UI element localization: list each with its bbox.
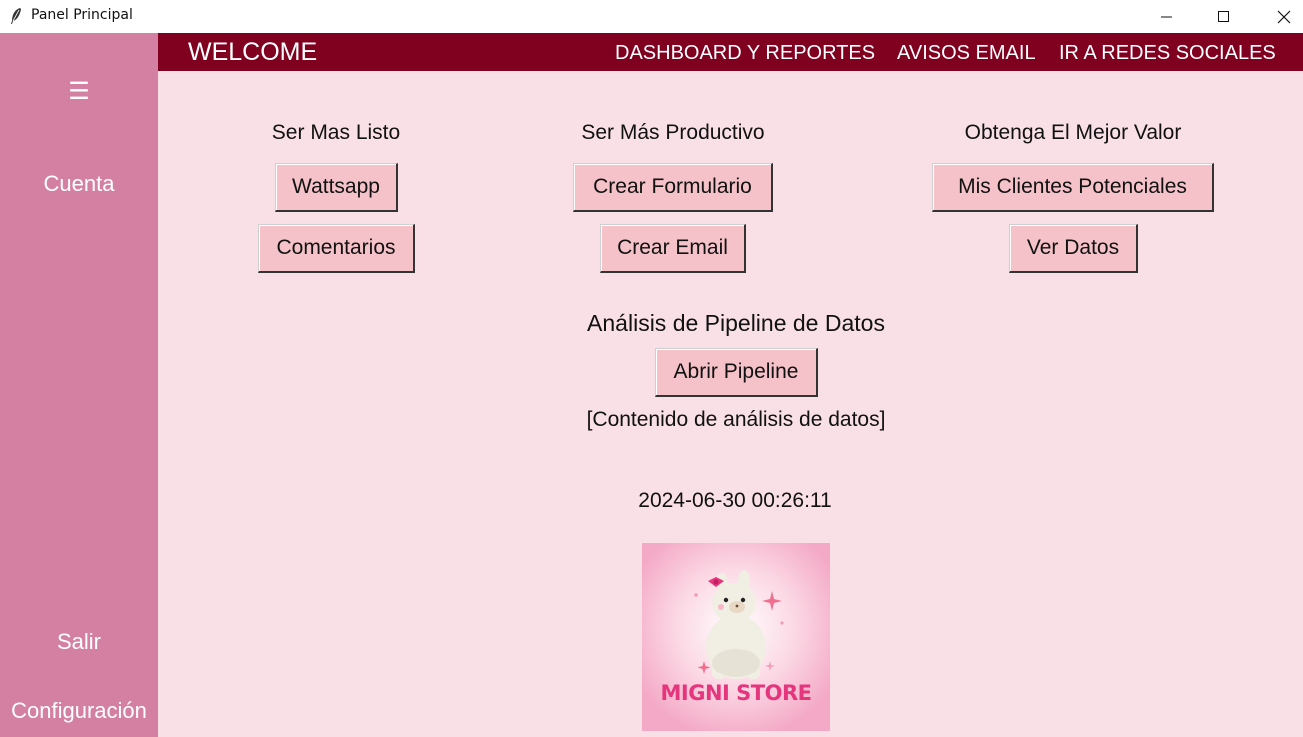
crear-formulario-button[interactable]: Crear Formulario [573, 163, 773, 212]
menu-icon[interactable]: ☰ [0, 77, 158, 106]
comentarios-button[interactable]: Comentarios [258, 224, 415, 273]
abrir-pipeline-button[interactable]: Abrir Pipeline [655, 348, 818, 397]
nav-avisos-email[interactable]: AVISOS EMAIL [897, 42, 1036, 65]
minimize-icon [1161, 16, 1172, 17]
nav-dashboard-reportes[interactable]: DASHBOARD Y REPORTES [615, 42, 875, 65]
crear-email-button[interactable]: Crear Email [600, 224, 746, 273]
top-navbar: WELCOME DASHBOARD Y REPORTES AVISOS EMAI… [158, 33, 1303, 71]
datetime-label: 2024-06-30 00:26:11 [638, 489, 832, 512]
feather-icon [11, 8, 21, 24]
main-content: WELCOME DASHBOARD Y REPORTES AVISOS EMAI… [158, 33, 1303, 737]
pipeline-content: [Contenido de análisis de datos] [586, 408, 886, 431]
minimize-button[interactable] [1144, 0, 1190, 33]
maximize-icon [1218, 10, 1229, 22]
sidebar: ☰ Cuenta Salir Configuración [0, 33, 158, 737]
section-title-ser-mas-listo: Ser Mas Listo [271, 121, 401, 144]
migni-store-logo: MIGNI STORE [642, 543, 830, 731]
close-button[interactable] [1261, 0, 1303, 33]
logo-text: MIGNI STORE [660, 681, 812, 705]
sidebar-item-account[interactable]: Cuenta [0, 171, 158, 197]
mis-clientes-potenciales-button[interactable]: Mis Clientes Potenciales [932, 163, 1214, 212]
ver-datos-button[interactable]: Ver Datos [1009, 224, 1138, 273]
window-titlebar: Panel Principal [0, 0, 1303, 33]
window-title: Panel Principal [31, 7, 133, 23]
section-title-mejor-valor: Obtenga El Mejor Valor [964, 121, 1182, 144]
sidebar-item-settings[interactable]: Configuración [0, 698, 158, 724]
welcome-title: WELCOME [188, 38, 318, 66]
pipeline-title: Análisis de Pipeline de Datos [587, 310, 885, 336]
close-icon [1277, 10, 1291, 23]
sidebar-item-exit[interactable]: Salir [0, 629, 158, 655]
wattsapp-button[interactable]: Wattsapp [275, 163, 398, 212]
nav-redes-sociales[interactable]: IR A REDES SOCIALES [1059, 42, 1276, 65]
section-title-ser-mas-productivo: Ser Más Productivo [581, 121, 765, 144]
maximize-button[interactable] [1201, 0, 1247, 33]
